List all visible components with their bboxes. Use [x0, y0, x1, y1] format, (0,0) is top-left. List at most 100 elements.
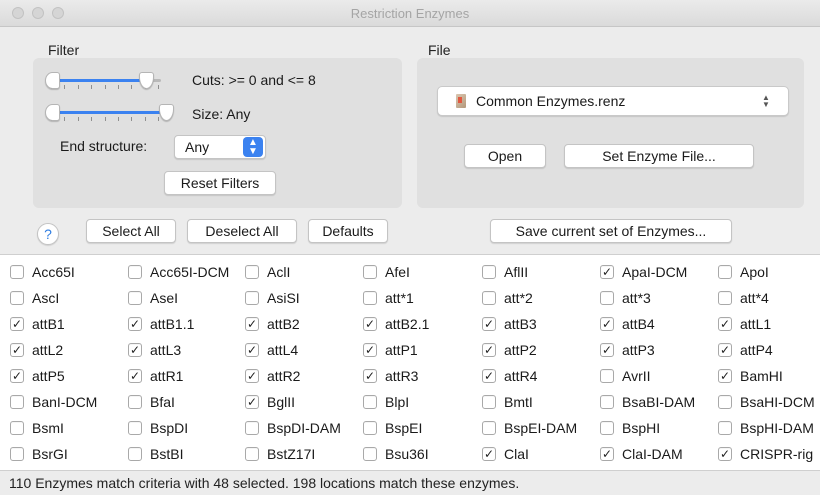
- unchecked-checkbox[interactable]: [10, 395, 24, 409]
- enzyme-item[interactable]: BstZ17I: [245, 441, 361, 467]
- unchecked-checkbox[interactable]: [128, 265, 142, 279]
- checked-checkbox[interactable]: ✓: [245, 317, 259, 331]
- checked-checkbox[interactable]: ✓: [600, 265, 614, 279]
- unchecked-checkbox[interactable]: [718, 291, 732, 305]
- unchecked-checkbox[interactable]: [363, 291, 377, 305]
- enzyme-item[interactable]: ApoI: [718, 259, 820, 285]
- end-structure-select[interactable]: Any ▲ ▼: [174, 135, 266, 159]
- save-enzyme-set-button[interactable]: Save current set of Enzymes...: [490, 219, 732, 243]
- enzyme-item[interactable]: ✓ attB1: [10, 311, 126, 337]
- enzyme-item[interactable]: ✓ BglII: [245, 389, 361, 415]
- enzyme-item[interactable]: ✓ attP5: [10, 363, 126, 389]
- enzyme-item[interactable]: BspHI: [600, 415, 716, 441]
- checked-checkbox[interactable]: ✓: [718, 369, 732, 383]
- enzyme-item[interactable]: ✓ attR4: [482, 363, 598, 389]
- unchecked-checkbox[interactable]: [600, 291, 614, 305]
- enzyme-item[interactable]: ✓ attB4: [600, 311, 716, 337]
- enzyme-item[interactable]: ✓ ClaI: [482, 441, 598, 467]
- enzyme-item[interactable]: AflII: [482, 259, 598, 285]
- checked-checkbox[interactable]: ✓: [363, 343, 377, 357]
- checked-checkbox[interactable]: ✓: [482, 447, 496, 461]
- defaults-button[interactable]: Defaults: [308, 219, 388, 243]
- select-all-button[interactable]: Select All: [86, 219, 176, 243]
- checked-checkbox[interactable]: ✓: [128, 369, 142, 383]
- unchecked-checkbox[interactable]: [10, 265, 24, 279]
- checked-checkbox[interactable]: ✓: [482, 369, 496, 383]
- unchecked-checkbox[interactable]: [718, 265, 732, 279]
- enzyme-item[interactable]: BsmI: [10, 415, 126, 441]
- unchecked-checkbox[interactable]: [128, 291, 142, 305]
- enzyme-item[interactable]: BstBI: [128, 441, 243, 467]
- size-slider[interactable]: [45, 104, 174, 126]
- unchecked-checkbox[interactable]: [363, 447, 377, 461]
- checked-checkbox[interactable]: ✓: [245, 395, 259, 409]
- enzyme-item[interactable]: att*3: [600, 285, 716, 311]
- help-icon[interactable]: ?: [37, 223, 59, 245]
- unchecked-checkbox[interactable]: [10, 291, 24, 305]
- checked-checkbox[interactable]: ✓: [600, 343, 614, 357]
- unchecked-checkbox[interactable]: [482, 291, 496, 305]
- enzyme-item[interactable]: ✓ attB2: [245, 311, 361, 337]
- unchecked-checkbox[interactable]: [10, 447, 24, 461]
- unchecked-checkbox[interactable]: [363, 395, 377, 409]
- enzyme-item[interactable]: att*4: [718, 285, 820, 311]
- enzyme-item[interactable]: AscI: [10, 285, 126, 311]
- enzyme-item[interactable]: ✓ attL1: [718, 311, 820, 337]
- deselect-all-button[interactable]: Deselect All: [187, 219, 297, 243]
- unchecked-checkbox[interactable]: [482, 395, 496, 409]
- checked-checkbox[interactable]: ✓: [128, 317, 142, 331]
- unchecked-checkbox[interactable]: [600, 395, 614, 409]
- size-slider-min-knob[interactable]: [45, 104, 60, 121]
- unchecked-checkbox[interactable]: [718, 421, 732, 435]
- enzyme-file-select[interactable]: Common Enzymes.renz ▲ ▼: [437, 86, 789, 116]
- checked-checkbox[interactable]: ✓: [245, 343, 259, 357]
- checked-checkbox[interactable]: ✓: [363, 317, 377, 331]
- unchecked-checkbox[interactable]: [128, 395, 142, 409]
- enzyme-item[interactable]: BsaBI-DAM: [600, 389, 716, 415]
- cuts-slider-min-knob[interactable]: [45, 72, 60, 89]
- unchecked-checkbox[interactable]: [718, 395, 732, 409]
- reset-filters-button[interactable]: Reset Filters: [164, 171, 276, 195]
- unchecked-checkbox[interactable]: [245, 421, 259, 435]
- enzyme-item[interactable]: ✓ attL2: [10, 337, 126, 363]
- unchecked-checkbox[interactable]: [245, 447, 259, 461]
- enzyme-item[interactable]: BspEI: [363, 415, 480, 441]
- enzyme-item[interactable]: ✓ attL3: [128, 337, 243, 363]
- enzyme-item[interactable]: ✓ attB2.1: [363, 311, 480, 337]
- enzyme-item[interactable]: ✓ attR3: [363, 363, 480, 389]
- enzyme-item[interactable]: AsiSI: [245, 285, 361, 311]
- checked-checkbox[interactable]: ✓: [718, 343, 732, 357]
- set-enzyme-file-button[interactable]: Set Enzyme File...: [564, 144, 754, 168]
- checked-checkbox[interactable]: ✓: [10, 369, 24, 383]
- enzyme-item[interactable]: BmtI: [482, 389, 598, 415]
- enzyme-item[interactable]: BspDI-DAM: [245, 415, 361, 441]
- enzyme-item[interactable]: BspHI-DAM: [718, 415, 820, 441]
- enzyme-item[interactable]: ✓ CRISPR-rig: [718, 441, 820, 467]
- enzyme-item[interactable]: BsaHI-DCM: [718, 389, 820, 415]
- unchecked-checkbox[interactable]: [363, 265, 377, 279]
- enzyme-item[interactable]: BanI-DCM: [10, 389, 126, 415]
- enzyme-item[interactable]: BspDI: [128, 415, 243, 441]
- enzyme-item[interactable]: BsrGI: [10, 441, 126, 467]
- enzyme-item[interactable]: BfaI: [128, 389, 243, 415]
- unchecked-checkbox[interactable]: [245, 265, 259, 279]
- enzyme-item[interactable]: BlpI: [363, 389, 480, 415]
- enzyme-item[interactable]: att*2: [482, 285, 598, 311]
- enzyme-item[interactable]: ✓ attP3: [600, 337, 716, 363]
- enzyme-item[interactable]: BspEI-DAM: [482, 415, 598, 441]
- unchecked-checkbox[interactable]: [245, 291, 259, 305]
- checked-checkbox[interactable]: ✓: [10, 343, 24, 357]
- checked-checkbox[interactable]: ✓: [600, 317, 614, 331]
- enzyme-item[interactable]: AseI: [128, 285, 243, 311]
- enzyme-item[interactable]: AfeI: [363, 259, 480, 285]
- checked-checkbox[interactable]: ✓: [482, 317, 496, 331]
- enzyme-item[interactable]: ✓ attP4: [718, 337, 820, 363]
- unchecked-checkbox[interactable]: [600, 369, 614, 383]
- enzyme-item[interactable]: Acc65I-DCM: [128, 259, 243, 285]
- checked-checkbox[interactable]: ✓: [718, 317, 732, 331]
- enzyme-item[interactable]: ✓ ApaI-DCM: [600, 259, 716, 285]
- open-button[interactable]: Open: [464, 144, 546, 168]
- unchecked-checkbox[interactable]: [128, 447, 142, 461]
- enzyme-item[interactable]: ✓ attP1: [363, 337, 480, 363]
- unchecked-checkbox[interactable]: [363, 421, 377, 435]
